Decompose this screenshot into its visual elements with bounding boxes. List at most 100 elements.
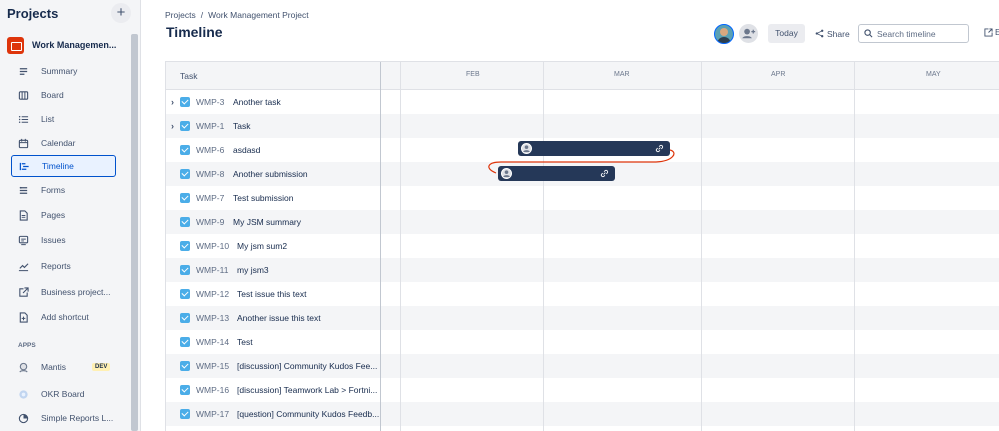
schedule-bar-wmp-6[interactable]	[518, 141, 670, 156]
sidebar-item-issues[interactable]: Issues	[11, 229, 116, 251]
page-title: Timeline	[166, 24, 223, 40]
expand-chevron-icon[interactable]: ›	[171, 121, 179, 131]
sidebar-item-reports[interactable]: Reports	[11, 255, 116, 277]
table-row[interactable]: › WMP-3 Another task	[166, 90, 999, 114]
table-row[interactable]: WMP-10 My jsm sum2	[166, 234, 999, 258]
issue-summary[interactable]: [discussion] Community Kudos Fee...	[237, 361, 377, 371]
issue-key[interactable]: WMP-7	[196, 193, 224, 203]
task-type-icon	[180, 385, 190, 395]
issue-key[interactable]: WMP-1	[196, 121, 224, 131]
sidebar-app-simple-reports[interactable]: Simple Reports L...	[11, 407, 116, 429]
schedule-bar-wmp-8[interactable]	[498, 166, 615, 181]
user-avatar[interactable]	[714, 24, 734, 44]
table-row[interactable]: › WMP-1 Task	[166, 114, 999, 138]
table-row[interactable]: WMP-14 Test	[166, 330, 999, 354]
link-icon[interactable]	[655, 144, 664, 153]
issue-summary[interactable]: [discussion] Teamwork Lab > Fortni...	[237, 385, 377, 395]
breadcrumb-project-link[interactable]: Work Management Project	[208, 10, 308, 20]
search-timeline-input[interactable]	[877, 28, 967, 39]
table-row[interactable]: WMP-15 [discussion] Community Kudos Fee..…	[166, 354, 999, 378]
issue-summary[interactable]: Another submission	[233, 169, 308, 179]
sidebar-item-summary[interactable]: Summary	[11, 60, 116, 82]
sidebar-scrollbar[interactable]	[131, 34, 138, 431]
issue-key[interactable]: WMP-17	[196, 409, 229, 419]
reports-icon	[18, 261, 29, 272]
issue-key[interactable]: WMP-13	[196, 313, 229, 323]
apps-section-label: APPS	[18, 342, 36, 349]
sidebar-item-label: Pages	[41, 210, 66, 220]
export-button[interactable]: E	[984, 27, 999, 37]
issue-summary[interactable]: Test submission	[233, 193, 293, 203]
calendar-icon	[18, 138, 29, 149]
issue-summary[interactable]: Test issue this text	[237, 289, 306, 299]
share-button[interactable]: Share	[815, 24, 850, 43]
issue-key[interactable]: WMP-11	[196, 265, 228, 275]
task-column-divider[interactable]	[380, 62, 381, 431]
table-row[interactable]: WMP-11 my jsm3	[166, 258, 999, 282]
add-people-button[interactable]	[739, 24, 758, 43]
sidebar-app-mantis[interactable]: Mantis DEV	[11, 356, 116, 378]
pie-chart-icon	[18, 413, 29, 424]
issue-key[interactable]: WMP-9	[196, 217, 224, 227]
sidebar-item-board[interactable]: Board	[11, 84, 116, 106]
project-name: Work Managemen...	[32, 40, 117, 50]
search-timeline-field[interactable]	[858, 24, 969, 43]
timeline-icon	[19, 161, 30, 172]
issue-key[interactable]: WMP-8	[196, 169, 224, 179]
table-row[interactable]: WMP-17 [question] Community Kudos Feedb..…	[166, 402, 999, 426]
issue-summary[interactable]: My JSM summary	[233, 217, 301, 227]
okr-icon	[18, 389, 29, 400]
breadcrumb-projects-link[interactable]: Projects	[165, 10, 196, 20]
project-icon	[7, 36, 24, 54]
month-label-apr: APR	[771, 71, 786, 78]
sidebar-item-add-shortcut[interactable]: Add shortcut	[11, 306, 116, 328]
issue-key[interactable]: WMP-10	[196, 241, 229, 251]
sidebar-app-okr-board[interactable]: OKR Board	[11, 383, 116, 405]
task-column-header: Task	[180, 71, 198, 81]
list-icon	[18, 114, 29, 125]
sidebar-item-forms[interactable]: Forms	[11, 179, 116, 201]
expand-chevron-icon[interactable]: ›	[171, 97, 179, 107]
issue-summary[interactable]: Another task	[233, 97, 281, 107]
issue-summary[interactable]: asdasd	[233, 145, 260, 155]
mantis-icon	[18, 362, 29, 373]
issue-key[interactable]: WMP-16	[196, 385, 229, 395]
link-icon[interactable]	[600, 169, 609, 178]
sidebar-item-timeline[interactable]: Timeline	[11, 155, 116, 177]
table-row[interactable]: WMP-12 Test issue this text	[166, 282, 999, 306]
sidebar-item-label: Timeline	[42, 161, 74, 171]
month-label-feb: FEB	[466, 71, 480, 78]
issue-summary[interactable]: Another issue this text	[237, 313, 321, 323]
sidebar-item-list[interactable]: List	[11, 108, 116, 130]
table-row[interactable]: WMP-7 Test submission	[166, 186, 999, 210]
issue-key[interactable]: WMP-15	[196, 361, 229, 371]
issue-summary[interactable]: [question] Community Kudos Feedb...	[237, 409, 379, 419]
add-person-icon	[742, 28, 756, 39]
issue-summary[interactable]: Test	[237, 337, 253, 347]
sidebar-item-calendar[interactable]: Calendar	[11, 132, 116, 154]
breadcrumb: Projects / Work Management Project	[165, 10, 309, 20]
sidebar-item-pages[interactable]: Pages	[11, 204, 116, 226]
today-button[interactable]: Today	[768, 24, 805, 43]
table-row[interactable]: WMP-16 [discussion] Teamwork Lab > Fortni…	[166, 378, 999, 402]
task-type-icon	[180, 409, 190, 419]
issue-summary[interactable]: my jsm3	[237, 265, 269, 275]
issue-key[interactable]: WMP-12	[196, 289, 229, 299]
issue-key[interactable]: WMP-6	[196, 145, 224, 155]
sidebar: Projects + Work Managemen... Summary Boa…	[0, 0, 141, 431]
timeline-grid: Task › WMP-3 Another task › WMP-1 Task WMP-6 as…	[165, 61, 999, 431]
issue-summary[interactable]: Task	[233, 121, 250, 131]
task-type-icon	[180, 97, 190, 107]
issue-summary[interactable]: My jsm sum2	[237, 241, 287, 251]
sidebar-item-business-project[interactable]: Business project...	[11, 281, 116, 303]
issue-key[interactable]: WMP-3	[196, 97, 224, 107]
sidebar-item-label: Simple Reports L...	[41, 413, 114, 423]
add-project-button[interactable]: +	[111, 3, 131, 23]
search-icon	[864, 29, 873, 38]
issue-key[interactable]: WMP-14	[196, 337, 229, 347]
table-row[interactable]: WMP-9 My JSM summary	[166, 210, 999, 234]
table-row[interactable]: WMP-13 Another issue this text	[166, 306, 999, 330]
summary-icon	[18, 66, 29, 77]
external-link-icon	[18, 286, 29, 298]
project-selector[interactable]: Work Managemen...	[7, 34, 127, 56]
